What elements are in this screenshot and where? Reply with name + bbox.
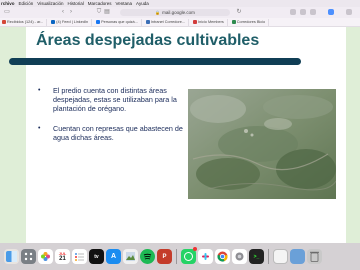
lock-icon: 🔒 [155, 10, 161, 15]
bookmark-intranet[interactable]: Intranet Corredore... [145, 18, 190, 26]
bookmark-label: Recibidos (124) - ar... [7, 20, 44, 24]
photos-icon[interactable] [38, 249, 53, 264]
bullet-text: Cuentan con represas que abastecen de ag… [53, 124, 183, 142]
address-url: mail.google.com [162, 10, 195, 15]
intranet-icon [145, 20, 150, 24]
sidebar-toggle-icon[interactable]: ▭ [4, 9, 10, 15]
chrome-icon[interactable] [215, 249, 230, 264]
back-icon[interactable]: ‹ [60, 9, 66, 15]
corredores-icon [231, 20, 236, 24]
preview-icon[interactable] [123, 249, 138, 264]
bookmark-corredores[interactable]: Corredores Bicio [231, 18, 270, 26]
dock-separator [176, 249, 177, 264]
bookmark-label: (4) Feed | LinkedIn [56, 20, 89, 24]
menu-visualizacion[interactable]: Visualización [37, 0, 63, 7]
dock-separator [268, 249, 269, 264]
bullet-dot-icon: • [38, 125, 41, 132]
macos-menu-bar: rchivo Edición Visualización Historial M… [0, 0, 360, 7]
whatsapp-icon[interactable] [181, 247, 197, 264]
linkedin-icon [51, 20, 56, 24]
address-bar[interactable]: 🔒 mail.google.com [120, 9, 230, 16]
facebook-icon [96, 20, 101, 24]
title-underline-bar [9, 58, 301, 65]
calendar-icon[interactable]: JUL 21 [55, 249, 70, 264]
bullet-list: • El predio cuenta con distintas áreas d… [38, 86, 184, 142]
menu-archivo[interactable]: rchivo [1, 0, 15, 7]
bullet-text: El predio cuenta con distintas áreas des… [53, 86, 177, 113]
reload-icon[interactable]: ↻ [236, 9, 242, 15]
tab-overview-icon[interactable] [310, 9, 316, 15]
finder-icon[interactable] [4, 249, 19, 264]
menu-edicion[interactable]: Edición [19, 0, 34, 7]
presentation-app-icon[interactable]: P [157, 249, 172, 264]
bookmark-label: Intranet Corredore... [150, 20, 186, 24]
menu-ventana[interactable]: Ventana [116, 0, 133, 7]
bookmark-personas[interactable]: Personas que quizá... [96, 18, 142, 26]
bookmark-label: Corredores Bicio [236, 20, 266, 24]
forward-icon[interactable]: › [68, 9, 74, 15]
terminal-icon[interactable]: >_ [249, 249, 264, 264]
new-tab-icon[interactable] [300, 9, 306, 15]
bookmark-label: Personas que quizá... [101, 20, 138, 24]
dock: JUL 21 tv A P >_ [0, 246, 360, 267]
apple-tv-icon[interactable]: tv [89, 249, 104, 264]
bookmark-recibidos[interactable]: Recibidos (124) - ar... [2, 18, 48, 26]
profile-icon[interactable] [346, 9, 352, 15]
menu-historial[interactable]: Historial [67, 0, 83, 7]
document-thumbnail[interactable] [273, 249, 288, 264]
trash-icon[interactable] [307, 249, 322, 264]
bookmark-label: Inicio Members [198, 20, 224, 24]
slack-icon[interactable] [198, 249, 213, 264]
extension-icon[interactable] [328, 9, 334, 15]
app-store-icon[interactable]: A [106, 249, 121, 264]
bookmark-linkedin[interactable]: (4) Feed | LinkedIn [51, 18, 93, 26]
shield-icon[interactable]: ⛉ [96, 9, 102, 15]
system-preferences-icon[interactable] [232, 249, 247, 264]
launchpad-icon[interactable] [21, 249, 36, 264]
right-accent-strip [346, 27, 360, 243]
tabs-icon[interactable]: ▤ [104, 9, 110, 15]
bookmark-inicio[interactable]: Inicio Members [193, 18, 228, 26]
bookmarks-bar: Recibidos (124) - ar... (4) Feed | Linke… [0, 18, 360, 27]
spotify-icon[interactable] [140, 249, 155, 264]
notification-badge [193, 247, 197, 251]
calendar-day: 21 [59, 256, 66, 262]
bullet-item: • Cuentan con represas que abastecen de … [38, 124, 184, 142]
reminders-icon[interactable] [72, 249, 87, 264]
aerial-photo [188, 89, 336, 199]
slide-title: Áreas despejadas cultivables [36, 32, 260, 49]
gmail-icon [2, 20, 6, 24]
downloads-folder-icon[interactable] [290, 249, 305, 264]
bullet-item: • El predio cuenta con distintas áreas d… [38, 86, 184, 113]
slide-canvas: Áreas despejadas cultivables • El predio… [0, 27, 360, 243]
members-icon [193, 20, 198, 24]
share-icon[interactable] [290, 9, 296, 15]
menu-marcadores[interactable]: Marcadores [88, 0, 112, 7]
bullet-dot-icon: • [38, 87, 41, 94]
menu-ayuda[interactable]: Ayuda [136, 0, 149, 7]
